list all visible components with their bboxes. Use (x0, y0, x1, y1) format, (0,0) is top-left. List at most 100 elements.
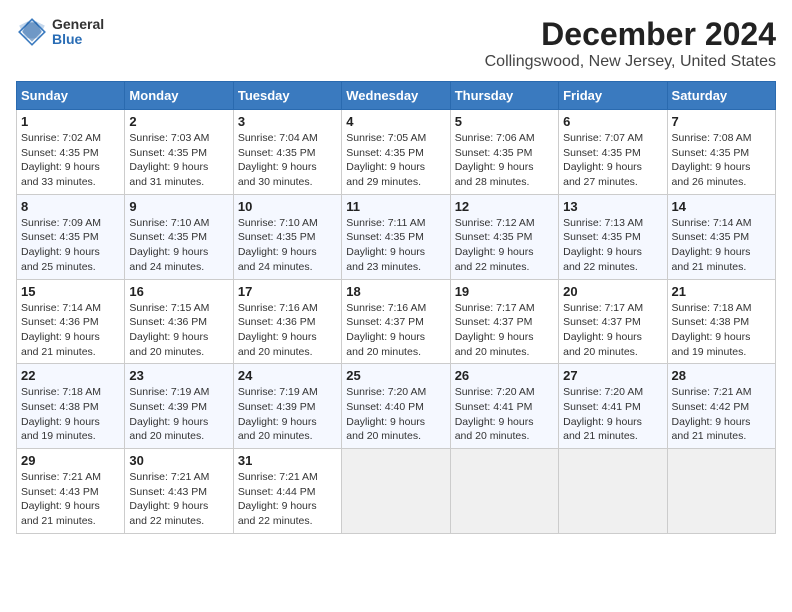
logo-text: General Blue (52, 17, 104, 48)
calendar-cell: 17 Sunrise: 7:16 AMSunset: 4:36 PMDayligh… (233, 279, 341, 364)
calendar-cell: 12 Sunrise: 7:12 AMSunset: 4:35 PMDayligh… (450, 194, 558, 279)
day-number: 6 (563, 114, 662, 129)
calendar-header-wednesday: Wednesday (342, 82, 450, 110)
calendar-week-row: 1Sunrise: 7:02 AMSunset: 4:35 PMDaylight… (17, 110, 776, 195)
page-header: General Blue December 2024 Collingswood,… (16, 16, 776, 71)
day-number: 30 (129, 453, 228, 468)
day-info: Sunrise: 7:19 AMSunset: 4:39 PMDaylight:… (238, 385, 337, 444)
calendar-cell: 31Sunrise: 7:21 AMSunset: 4:44 PMDayligh… (233, 449, 341, 534)
day-info: Sunrise: 7:17 AMSunset: 4:37 PMDaylight:… (563, 301, 662, 360)
logo-line2: Blue (52, 32, 104, 47)
day-info: Sunrise: 7:18 AMSunset: 4:38 PMDaylight:… (672, 301, 771, 360)
day-info: Sunrise: 7:02 AMSunset: 4:35 PMDaylight:… (21, 131, 120, 190)
logo-icon (16, 16, 48, 48)
calendar-cell: 20 Sunrise: 7:17 AMSunset: 4:37 PMDayligh… (559, 279, 667, 364)
calendar-cell: 23 Sunrise: 7:19 AMSunset: 4:39 PMDayligh… (125, 364, 233, 449)
day-number: 9 (129, 199, 228, 214)
day-number: 12 (455, 199, 554, 214)
calendar-cell: 11 Sunrise: 7:11 AMSunset: 4:35 PMDayligh… (342, 194, 450, 279)
calendar-cell: 8 Sunrise: 7:09 AMSunset: 4:35 PMDaylight… (17, 194, 125, 279)
day-info: Sunrise: 7:18 AMSunset: 4:38 PMDaylight:… (21, 385, 120, 444)
day-info: Sunrise: 7:16 AMSunset: 4:37 PMDaylight:… (346, 301, 445, 360)
day-info: Sunrise: 7:20 AMSunset: 4:41 PMDaylight:… (455, 385, 554, 444)
day-info: Sunrise: 7:10 AMSunset: 4:35 PMDaylight:… (129, 216, 228, 275)
day-number: 17 (238, 284, 337, 299)
calendar-week-row: 29 Sunrise: 7:21 AMSunset: 4:43 PMDayligh… (17, 449, 776, 534)
calendar-cell: 19Sunrise: 7:17 AMSunset: 4:37 PMDayligh… (450, 279, 558, 364)
calendar-cell: 6Sunrise: 7:07 AMSunset: 4:35 PMDaylight… (559, 110, 667, 195)
calendar-week-row: 22 Sunrise: 7:18 AMSunset: 4:38 PMDayligh… (17, 364, 776, 449)
day-number: 22 (21, 368, 120, 383)
day-info: Sunrise: 7:13 AMSunset: 4:35 PMDaylight:… (563, 216, 662, 275)
calendar-cell: 18Sunrise: 7:16 AMSunset: 4:37 PMDayligh… (342, 279, 450, 364)
day-number: 10 (238, 199, 337, 214)
day-number: 23 (129, 368, 228, 383)
day-number: 27 (563, 368, 662, 383)
calendar-cell: 4 Sunrise: 7:05 AMSunset: 4:35 PMDaylight… (342, 110, 450, 195)
calendar-cell: 22 Sunrise: 7:18 AMSunset: 4:38 PMDayligh… (17, 364, 125, 449)
day-number: 13 (563, 199, 662, 214)
day-info: Sunrise: 7:05 AMSunset: 4:35 PMDaylight:… (346, 131, 445, 190)
calendar-cell: 26Sunrise: 7:20 AMSunset: 4:41 PMDayligh… (450, 364, 558, 449)
day-info: Sunrise: 7:21 AMSunset: 4:42 PMDaylight:… (672, 385, 771, 444)
calendar-cell: 9 Sunrise: 7:10 AMSunset: 4:35 PMDaylight… (125, 194, 233, 279)
day-number: 8 (21, 199, 120, 214)
day-number: 4 (346, 114, 445, 129)
calendar-header-row: SundayMondayTuesdayWednesdayThursdayFrid… (17, 82, 776, 110)
logo-line1: General (52, 17, 104, 32)
calendar-subtitle: Collingswood, New Jersey, United States (485, 53, 776, 71)
day-number: 25 (346, 368, 445, 383)
day-number: 16 (129, 284, 228, 299)
calendar-cell: 25 Sunrise: 7:20 AMSunset: 4:40 PMDayligh… (342, 364, 450, 449)
calendar-cell: 28 Sunrise: 7:21 AMSunset: 4:42 PMDayligh… (667, 364, 775, 449)
day-info: Sunrise: 7:16 AMSunset: 4:36 PMDaylight:… (238, 301, 337, 360)
day-info: Sunrise: 7:19 AMSunset: 4:39 PMDaylight:… (129, 385, 228, 444)
day-info: Sunrise: 7:17 AMSunset: 4:37 PMDaylight:… (455, 301, 554, 360)
day-number: 3 (238, 114, 337, 129)
day-number: 15 (21, 284, 120, 299)
day-info: Sunrise: 7:06 AMSunset: 4:35 PMDaylight:… (455, 131, 554, 190)
day-info: Sunrise: 7:10 AMSunset: 4:35 PMDaylight:… (238, 216, 337, 275)
day-info: Sunrise: 7:21 AMSunset: 4:44 PMDaylight:… (238, 470, 337, 529)
calendar-header-monday: Monday (125, 82, 233, 110)
calendar-cell: 2 Sunrise: 7:03 AMSunset: 4:35 PMDaylight… (125, 110, 233, 195)
day-number: 5 (455, 114, 554, 129)
calendar-cell: 29Sunrise: 7:21 AMSunset: 4:43 PMDayligh… (17, 449, 125, 534)
calendar-week-row: 8 Sunrise: 7:09 AMSunset: 4:35 PMDaylight… (17, 194, 776, 279)
calendar-cell (559, 449, 667, 534)
calendar-cell: 21Sunrise: 7:18 AMSunset: 4:38 PMDayligh… (667, 279, 775, 364)
day-number: 14 (672, 199, 771, 214)
calendar-cell: 14Sunrise: 7:14 AMSunset: 4:35 PMDayligh… (667, 194, 775, 279)
calendar-cell: 24 Sunrise: 7:19 AMSunset: 4:39 PMDayligh… (233, 364, 341, 449)
logo: General Blue (16, 16, 104, 48)
day-number: 11 (346, 199, 445, 214)
calendar-cell (342, 449, 450, 534)
day-info: Sunrise: 7:03 AMSunset: 4:35 PMDaylight:… (129, 131, 228, 190)
calendar-cell: 7 Sunrise: 7:08 AMSunset: 4:35 PMDaylight… (667, 110, 775, 195)
calendar-cell: 16Sunrise: 7:15 AMSunset: 4:36 PMDayligh… (125, 279, 233, 364)
calendar-header-friday: Friday (559, 82, 667, 110)
day-number: 20 (563, 284, 662, 299)
calendar-cell: 30 Sunrise: 7:21 AMSunset: 4:43 PMDayligh… (125, 449, 233, 534)
day-info: Sunrise: 7:20 AMSunset: 4:40 PMDaylight:… (346, 385, 445, 444)
calendar-cell: 3 Sunrise: 7:04 AMSunset: 4:35 PMDaylight… (233, 110, 341, 195)
day-info: Sunrise: 7:08 AMSunset: 4:35 PMDaylight:… (672, 131, 771, 190)
day-number: 29 (21, 453, 120, 468)
day-number: 2 (129, 114, 228, 129)
day-info: Sunrise: 7:20 AMSunset: 4:41 PMDaylight:… (563, 385, 662, 444)
day-info: Sunrise: 7:11 AMSunset: 4:35 PMDaylight:… (346, 216, 445, 275)
calendar-header-saturday: Saturday (667, 82, 775, 110)
day-number: 24 (238, 368, 337, 383)
calendar-title: December 2024 (485, 16, 776, 53)
calendar-cell: 10 Sunrise: 7:10 AMSunset: 4:35 PMDayligh… (233, 194, 341, 279)
day-info: Sunrise: 7:21 AMSunset: 4:43 PMDaylight:… (129, 470, 228, 529)
calendar-cell: 13 Sunrise: 7:13 AMSunset: 4:35 PMDayligh… (559, 194, 667, 279)
day-info: Sunrise: 7:12 AMSunset: 4:35 PMDaylight:… (455, 216, 554, 275)
day-number: 28 (672, 368, 771, 383)
calendar-cell (667, 449, 775, 534)
day-info: Sunrise: 7:14 AMSunset: 4:36 PMDaylight:… (21, 301, 120, 360)
day-info: Sunrise: 7:09 AMSunset: 4:35 PMDaylight:… (21, 216, 120, 275)
calendar-cell: 1Sunrise: 7:02 AMSunset: 4:35 PMDaylight… (17, 110, 125, 195)
day-info: Sunrise: 7:04 AMSunset: 4:35 PMDaylight:… (238, 131, 337, 190)
day-number: 7 (672, 114, 771, 129)
